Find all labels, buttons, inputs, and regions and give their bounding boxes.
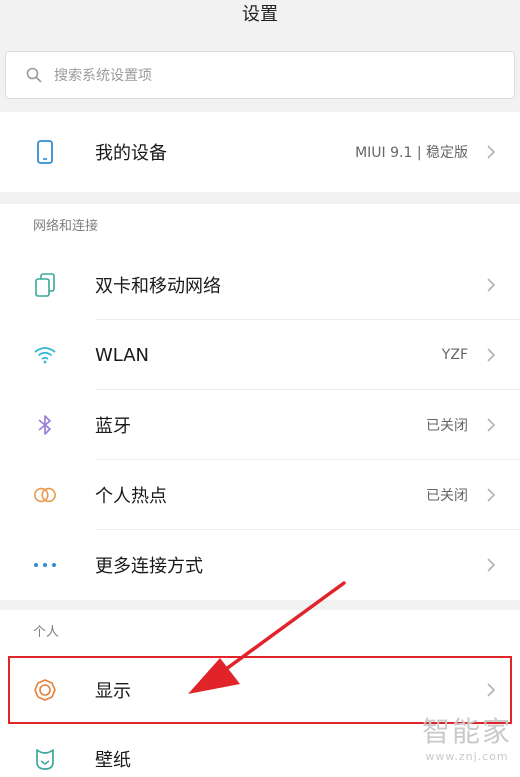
more-dots-icon (33, 553, 57, 577)
hotspot-label: 个人热点 (95, 486, 167, 507)
bluetooth-status: 已关闭 (426, 418, 468, 434)
chevron-right-icon (484, 415, 498, 435)
bluetooth-icon (33, 413, 57, 437)
search-placeholder: 搜索系统设置项 (54, 68, 152, 84)
my-device-row[interactable]: 我的设备 MIUI 9.1 | 稳定版 (0, 112, 520, 192)
miui-version: MIUI 9.1 | 稳定版 (355, 145, 468, 161)
more-connections-label: 更多连接方式 (95, 556, 203, 577)
wlan-status: YZF (441, 347, 468, 363)
my-device-label: 我的设备 (95, 143, 167, 164)
wifi-icon (33, 343, 57, 367)
hotspot-icon (33, 483, 57, 507)
sidebar-item-bluetooth[interactable]: 蓝牙 已关闭 (0, 390, 520, 460)
chevron-right-icon (484, 485, 498, 505)
phone-icon (33, 140, 57, 164)
sidebar-item-dual-sim[interactable]: 双卡和移动网络 (0, 250, 520, 320)
sim-card-icon (33, 273, 57, 297)
sidebar-item-wlan[interactable]: WLAN YZF (0, 320, 520, 390)
watermark: 智能家 www.znj.com (421, 715, 512, 763)
search-icon (26, 67, 42, 83)
bluetooth-label: 蓝牙 (95, 416, 131, 437)
search-input[interactable]: 搜索系统设置项 (5, 51, 515, 99)
wallpaper-label: 壁纸 (95, 750, 131, 771)
chevron-right-icon (484, 142, 498, 162)
wlan-label: WLAN (95, 344, 150, 366)
dual-sim-label: 双卡和移动网络 (95, 276, 221, 297)
section-title-network: 网络和连接 (0, 204, 520, 250)
sidebar-item-hotspot[interactable]: 个人热点 已关闭 (0, 460, 520, 530)
sidebar-item-more-connections[interactable]: 更多连接方式 (0, 530, 520, 600)
chevron-right-icon (484, 275, 498, 295)
chevron-right-icon (484, 345, 498, 365)
section-title-personal: 个人 (0, 610, 520, 656)
wallpaper-icon (33, 747, 57, 771)
page-title: 设置 (0, 0, 520, 46)
hotspot-status: 已关闭 (426, 488, 468, 504)
chevron-right-icon (484, 555, 498, 575)
